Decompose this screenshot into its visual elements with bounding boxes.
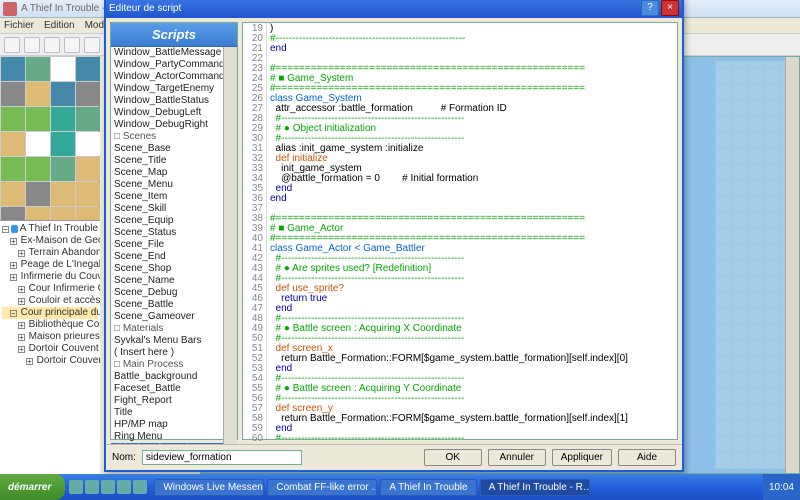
help-button[interactable]: Aide	[618, 449, 676, 466]
scripts-scrollbar[interactable]	[223, 47, 237, 444]
script-list-item[interactable]: Scene_Base	[111, 143, 223, 155]
tree-node[interactable]: Maison prieuress	[2, 331, 98, 343]
script-list-item[interactable]: □ Scenes	[111, 131, 223, 143]
scripts-header: Scripts	[111, 23, 237, 47]
menu-file[interactable]: Fichier	[4, 20, 34, 31]
script-list-item[interactable]: Scene_Shop	[111, 263, 223, 275]
dialog-titlebar[interactable]: Editeur de script ? ×	[106, 0, 682, 18]
script-list-item[interactable]: Scene_Menu	[111, 179, 223, 191]
tree-node[interactable]: Dortoir Couven	[2, 355, 98, 367]
help-icon[interactable]: ?	[641, 0, 659, 16]
menu-edit[interactable]: Edition	[44, 20, 75, 31]
open-icon[interactable]	[24, 37, 40, 53]
tileset-grid[interactable]	[0, 56, 99, 232]
tree-node[interactable]: Dortoir Couvent 1	[2, 343, 98, 355]
tree-node[interactable]: Cour principale du Co	[2, 307, 98, 319]
new-icon[interactable]	[4, 37, 20, 53]
quick-launch[interactable]	[65, 480, 151, 494]
tree-node[interactable]: Infirmerie du Couve	[2, 271, 98, 283]
script-list-item[interactable]: Scene_Skill	[111, 203, 223, 215]
tree-node[interactable]: Cour Infirmerie Couv	[2, 283, 98, 295]
script-list-item[interactable]: Window_DebugLeft	[111, 107, 223, 119]
cancel-button[interactable]: Annuler	[488, 449, 546, 466]
tree-node[interactable]: Bibliothèque Couv	[2, 319, 98, 331]
task-item-active[interactable]: A Thief In Trouble - R…	[480, 479, 590, 496]
task-item[interactable]: A Thief In Trouble	[380, 479, 476, 496]
script-list-item[interactable]: Scene_Item	[111, 191, 223, 203]
script-list-item[interactable]: Window_DebugRight	[111, 119, 223, 131]
ok-button[interactable]: OK	[424, 449, 482, 466]
script-list-item[interactable]: Scene_End	[111, 251, 223, 263]
script-list-item[interactable]: Scene_Map	[111, 167, 223, 179]
start-button[interactable]: démarrer	[0, 474, 65, 500]
script-list-item[interactable]: Scene_Status	[111, 227, 223, 239]
app-icon	[3, 2, 17, 16]
script-list-item[interactable]: □ Main Process	[111, 359, 223, 371]
save-icon[interactable]	[44, 37, 60, 53]
script-list-item[interactable]: Title	[111, 407, 223, 419]
script-list-item[interactable]: Scene_Equip	[111, 215, 223, 227]
map-grid	[715, 61, 795, 469]
script-editor-dialog: Editeur de script ? × Scripts Window_Bat…	[104, 0, 684, 472]
name-label: Nom:	[112, 452, 136, 463]
script-list-item[interactable]: Scene_Battle	[111, 299, 223, 311]
ql-icon[interactable]	[85, 480, 99, 494]
script-list-item[interactable]: HP/MP map	[111, 419, 223, 431]
tree-node[interactable]: Couloir et accès Cha	[2, 295, 98, 307]
task-item[interactable]: Windows Live Messen…	[154, 479, 264, 496]
dialog-title: Editeur de script	[109, 3, 181, 14]
script-list-item[interactable]: □ Materials	[111, 323, 223, 335]
script-list-item[interactable]: Scene_File	[111, 239, 223, 251]
tree-node[interactable]: Terrain Abandonn	[2, 247, 98, 259]
system-tray[interactable]: 10:04	[763, 474, 800, 500]
script-list-item[interactable]: Scene_Name	[111, 275, 223, 287]
script-list-item[interactable]: Window_BattleMessage	[111, 47, 223, 59]
apply-button[interactable]: Appliquer	[552, 449, 612, 466]
dialog-footer: Nom: OK Annuler Appliquer Aide	[106, 444, 682, 470]
script-list-item[interactable]: Window_BattleStatus	[111, 95, 223, 107]
map-tree[interactable]: A Thief In TroubleEx-Maison de GeorgTerr…	[0, 220, 100, 500]
script-list-item[interactable]: Syvkal's Menu Bars	[111, 335, 223, 347]
tree-node[interactable]: Ex-Maison de Georg	[2, 235, 98, 247]
script-list-item[interactable]: Window_ActorCommand	[111, 71, 223, 83]
canvas-scrollbar[interactable]	[785, 57, 799, 473]
scripts-list[interactable]: Window_BattleMessageWindow_PartyCommandW…	[111, 47, 223, 444]
copy-icon[interactable]	[84, 37, 100, 53]
script-list-item[interactable]: Fight_Report	[111, 395, 223, 407]
script-list-item[interactable]: Scene_Title	[111, 155, 223, 167]
script-list-item[interactable]: Ring Menu	[111, 431, 223, 443]
start-label: démarrer	[8, 482, 51, 493]
taskbar: démarrer Windows Live Messen… Combat FF-…	[0, 474, 800, 500]
clock: 10:04	[769, 482, 794, 493]
script-name-input[interactable]	[142, 450, 302, 465]
ql-icon[interactable]	[101, 480, 115, 494]
code-panel: 1920212223242526272829303132333435363738…	[242, 22, 678, 440]
cut-icon[interactable]	[64, 37, 80, 53]
script-list-item[interactable]: Window_TargetEnemy	[111, 83, 223, 95]
ql-icon[interactable]	[69, 480, 83, 494]
ql-icon[interactable]	[117, 480, 131, 494]
task-item[interactable]: Combat FF-like error …	[267, 479, 377, 496]
code-editor[interactable]: )#--------------------------------------…	[267, 23, 677, 439]
script-list-item[interactable]: Window_PartyCommand	[111, 59, 223, 71]
script-list-item[interactable]: Scene_Gameover	[111, 311, 223, 323]
script-list-item[interactable]: Faceset_Battle	[111, 383, 223, 395]
tree-node[interactable]: Peage de L'Inegalit	[2, 259, 98, 271]
code-gutter: 1920212223242526272829303132333435363738…	[243, 23, 267, 439]
script-list-item[interactable]: Scene_Debug	[111, 287, 223, 299]
script-list-item[interactable]: Battle_background	[111, 371, 223, 383]
close-icon[interactable]: ×	[661, 0, 679, 16]
ql-icon[interactable]	[133, 480, 147, 494]
scripts-panel: Scripts Window_BattleMessageWindow_Party…	[110, 22, 238, 440]
script-list-item[interactable]: ( Insert here )	[111, 347, 223, 359]
